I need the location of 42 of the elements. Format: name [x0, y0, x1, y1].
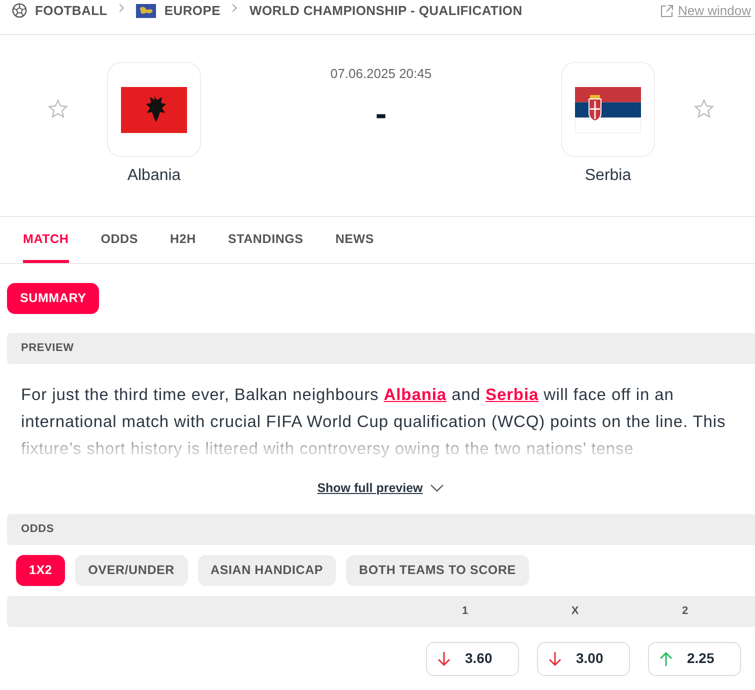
breadcrumb-link[interactable]: EUROPE — [164, 1, 220, 20]
team-link[interactable]: Serbia — [485, 386, 539, 404]
arrow-down-icon — [437, 650, 451, 667]
team-link[interactable]: Albania — [384, 386, 447, 404]
chevron-down-icon — [430, 484, 444, 492]
match-score: - — [375, 94, 387, 134]
market-tab[interactable]: BOTH TEAMS TO SCORE — [346, 554, 529, 586]
show-full-preview-button[interactable]: Show full preview — [317, 479, 444, 498]
preview-text: For just the third time ever, Balkan neighbours Albania and Serbia will face off in an international match with crucial FIFA World Cup qualification (WCQ) points on the line. This fixture’s short history is littered with controversy owing to the two nations’ tense — [21, 385, 727, 460]
section-title: ODDS — [21, 522, 54, 537]
market-tab[interactable]: OVER/UNDER — [75, 554, 188, 586]
market-tab[interactable]: 1X2 — [16, 554, 66, 586]
map-flag-icon — [136, 4, 156, 18]
team-name[interactable]: Albania — [127, 164, 181, 188]
tab[interactable]: MATCH — [23, 217, 69, 263]
flag-icon — [575, 86, 641, 132]
team-name[interactable]: Serbia — [584, 164, 632, 188]
odds-button[interactable]: 3.00 — [537, 642, 630, 676]
chevron-icon — [230, 2, 240, 14]
star-icon[interactable] — [47, 98, 69, 120]
star-icon[interactable] — [693, 98, 715, 120]
tab[interactable]: STANDINGS — [228, 217, 304, 263]
odds-button[interactable]: 2.25 — [648, 642, 741, 676]
odds-button[interactable]: 3.60 — [426, 642, 519, 676]
tab[interactable]: ODDS — [100, 217, 138, 263]
section-title: PREVIEW — [21, 341, 74, 356]
column-header: X — [570, 604, 580, 619]
breadcrumb-link[interactable]: WORLD CHAMPIONSHIP - QUALIFICATION — [249, 1, 522, 20]
match-datetime: 07.06.2025 20:45 — [330, 65, 432, 83]
arrow-down-icon — [548, 650, 562, 667]
column-header: 1 — [460, 604, 470, 619]
flag-icon — [121, 86, 187, 132]
column-header: 2 — [680, 604, 690, 619]
chevron-icon — [117, 2, 126, 14]
arrow-up-icon — [659, 650, 673, 667]
tab[interactable]: H2H — [170, 217, 196, 263]
tab[interactable]: NEWS — [335, 217, 374, 263]
market-tab[interactable]: ASIAN HANDICAP — [198, 554, 336, 586]
external-link-icon — [660, 4, 674, 18]
soccer-ball-icon — [12, 3, 27, 18]
breadcrumb-link[interactable]: FOOTBALL — [35, 1, 108, 20]
summary-tab[interactable]: SUMMARY — [7, 283, 100, 314]
